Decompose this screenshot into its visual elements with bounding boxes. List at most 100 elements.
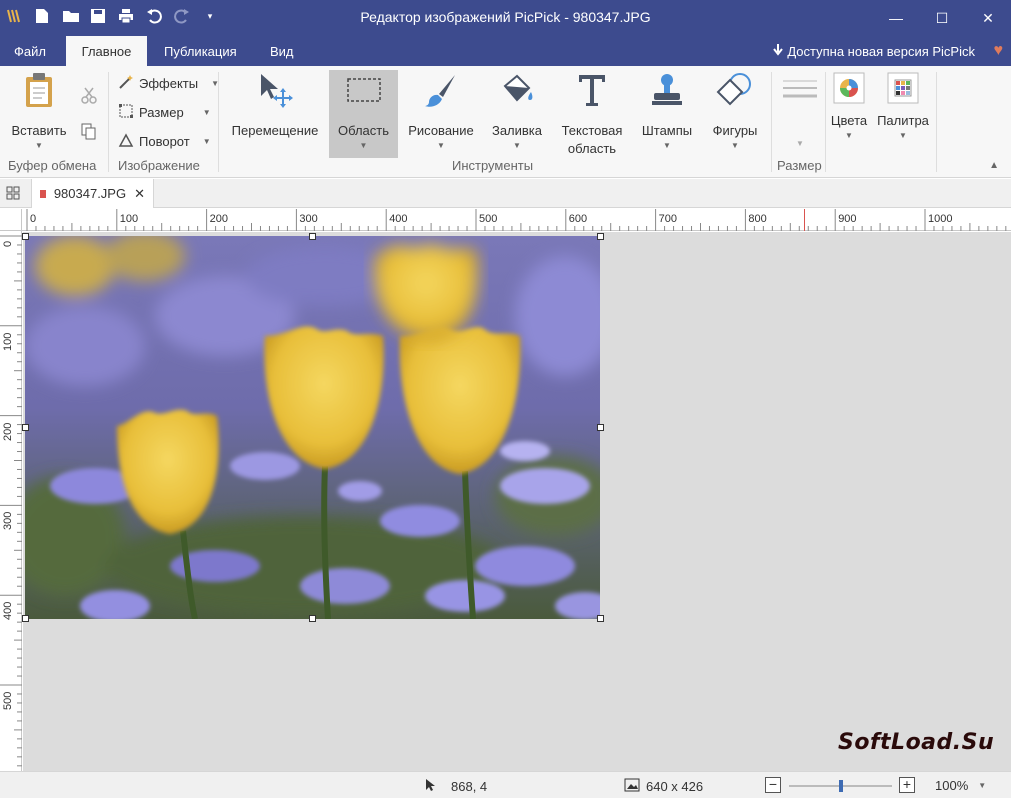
document-tab-strip: 980347.JPG ✕ bbox=[0, 179, 1011, 208]
window-title: Редактор изображений PicPick - 980347.JP… bbox=[360, 9, 651, 25]
close-tab-icon[interactable]: ✕ bbox=[134, 186, 145, 202]
maximize-button[interactable]: ☐ bbox=[919, 0, 965, 36]
group-label-clipboard: Буфер обмена bbox=[8, 158, 97, 173]
group-separator bbox=[218, 72, 219, 172]
chevron-down-icon: ▼ bbox=[663, 141, 671, 150]
ruler-tick-label: 700 bbox=[658, 213, 677, 225]
zoom-level-text: 100% bbox=[935, 778, 969, 793]
heart-icon[interactable]: ♥ bbox=[994, 42, 1004, 60]
text-tool-label-line2: область bbox=[567, 141, 617, 156]
unsaved-indicator-icon bbox=[40, 189, 46, 198]
chevron-down-icon: ▼ bbox=[899, 131, 907, 140]
download-arrow-icon bbox=[773, 44, 784, 59]
resize-label: Размер bbox=[139, 105, 184, 120]
resize-handle[interactable] bbox=[22, 424, 29, 431]
image-dimensions: 640 x 426 bbox=[624, 778, 703, 795]
chevron-down-icon: ▼ bbox=[359, 141, 368, 150]
line-width-button[interactable]: ▼ bbox=[777, 70, 823, 150]
cursor-position: 868, 4 bbox=[425, 778, 487, 795]
tab-file[interactable]: Файл bbox=[0, 36, 60, 66]
cut-icon[interactable] bbox=[80, 86, 98, 107]
update-notice[interactable]: Доступна новая версия PicPick bbox=[773, 44, 975, 59]
ruler-tick-label: 0 bbox=[2, 240, 14, 247]
fill-tool-button[interactable]: Заливка ▼ bbox=[484, 70, 550, 152]
move-tool-button[interactable]: Перемещение bbox=[226, 70, 324, 140]
group-separator bbox=[936, 72, 937, 172]
palette-button[interactable]: Палитра ▼ bbox=[874, 70, 932, 142]
stamps-tool-button[interactable]: Штампы ▼ bbox=[634, 70, 700, 152]
minimize-button[interactable]: — bbox=[873, 0, 919, 36]
zoom-slider[interactable] bbox=[789, 780, 892, 792]
palette-label: Палитра bbox=[877, 113, 929, 128]
area-tool-label: Область bbox=[337, 123, 390, 138]
ruler-tick-label: 300 bbox=[299, 213, 318, 225]
resize-button[interactable]: Размер ▼ bbox=[118, 103, 211, 122]
brush-icon bbox=[403, 70, 479, 110]
group-label-size: Размер bbox=[777, 158, 822, 173]
document-tab[interactable]: 980347.JPG ✕ bbox=[31, 179, 154, 208]
thumbnails-grid-icon[interactable] bbox=[6, 186, 20, 200]
group-separator bbox=[771, 72, 772, 172]
draw-tool-button[interactable]: Рисование ▼ bbox=[403, 70, 479, 152]
rotate-button[interactable]: Поворот ▼ bbox=[118, 132, 211, 151]
resize-handle[interactable] bbox=[597, 615, 604, 622]
effects-button[interactable]: Эффекты ▼ bbox=[118, 74, 219, 93]
collapse-ribbon-icon[interactable]: ▲ bbox=[989, 160, 999, 171]
tab-publish[interactable]: Публикация bbox=[150, 36, 251, 66]
resize-handle[interactable] bbox=[22, 615, 29, 622]
pointer-icon bbox=[425, 778, 435, 795]
ruler-tick-label: 100 bbox=[2, 332, 14, 351]
move-cursor-icon bbox=[226, 70, 324, 110]
chevron-down-icon: ▼ bbox=[437, 141, 445, 150]
group-label-tools: Инструменты bbox=[452, 158, 534, 173]
title-bar: ▾ Редактор изображений PicPick - 980347.… bbox=[0, 0, 1011, 36]
cursor-marker bbox=[804, 209, 805, 231]
copy-icon[interactable] bbox=[80, 122, 98, 143]
resize-handle[interactable] bbox=[309, 233, 316, 240]
resize-handle[interactable] bbox=[309, 615, 316, 622]
resize-handle[interactable] bbox=[22, 233, 29, 240]
chevron-down-icon: ▼ bbox=[202, 108, 211, 117]
cursor-coords: 868, 4 bbox=[451, 779, 488, 794]
zoom-level-dropdown[interactable]: 100% ▼ bbox=[935, 778, 986, 793]
clipboard-icon bbox=[6, 70, 72, 110]
document-tab-name: 980347.JPG bbox=[53, 186, 127, 201]
draw-tool-label: Рисование bbox=[408, 123, 474, 138]
image-canvas[interactable] bbox=[25, 236, 600, 619]
ruler-tick-label: 100 bbox=[119, 213, 139, 225]
tab-home[interactable]: Главное bbox=[66, 36, 147, 66]
tulip-photo bbox=[25, 236, 600, 619]
paste-label: Вставить bbox=[11, 123, 67, 138]
shapes-tool-button[interactable]: Фигуры ▼ bbox=[705, 70, 765, 152]
zoom-slider-thumb[interactable] bbox=[838, 780, 843, 792]
colors-label: Цвета bbox=[830, 113, 868, 128]
colors-button[interactable]: Цвета ▼ bbox=[828, 70, 870, 142]
zoom-out-button[interactable]: − bbox=[765, 777, 781, 793]
update-notice-text: Доступна новая версия PicPick bbox=[787, 44, 975, 59]
group-label-image: Изображение bbox=[118, 158, 200, 173]
chevron-down-icon: ▼ bbox=[202, 137, 211, 146]
resize-handle[interactable] bbox=[597, 233, 604, 240]
vertical-ruler[interactable]: 0 100 200 300 400 500 bbox=[0, 231, 22, 771]
fill-tool-label: Заливка bbox=[491, 123, 543, 138]
horizontal-ruler[interactable]: 0 100 200 300 400 500 600 700 800 900 1000 bbox=[22, 209, 1011, 231]
paste-button[interactable]: Вставить ▼ bbox=[6, 70, 72, 152]
ruler-tick-label: 400 bbox=[2, 601, 14, 621]
area-tool-button[interactable]: Область ▼ bbox=[329, 70, 398, 158]
ruler-tick-label: 500 bbox=[479, 213, 498, 225]
effects-label: Эффекты bbox=[139, 76, 199, 91]
close-button[interactable]: ✕ bbox=[965, 0, 1011, 36]
ruler-tick-label: 300 bbox=[2, 512, 14, 531]
resize-handle[interactable] bbox=[597, 424, 604, 431]
zoom-in-button[interactable]: + bbox=[899, 777, 915, 793]
ruler-corner bbox=[0, 209, 22, 231]
paint-bucket-icon bbox=[484, 70, 550, 110]
rotate-label: Поворот bbox=[139, 134, 190, 149]
text-tool-label-line1: Текстовая bbox=[561, 123, 623, 138]
tab-view[interactable]: Вид bbox=[256, 36, 308, 66]
ruler-tick-label: 0 bbox=[30, 213, 37, 225]
text-tool-button[interactable]: Текстовая область bbox=[555, 70, 629, 158]
stamp-icon bbox=[634, 70, 700, 110]
chevron-down-icon: ▼ bbox=[796, 139, 804, 148]
color-wheel-icon bbox=[828, 70, 870, 106]
